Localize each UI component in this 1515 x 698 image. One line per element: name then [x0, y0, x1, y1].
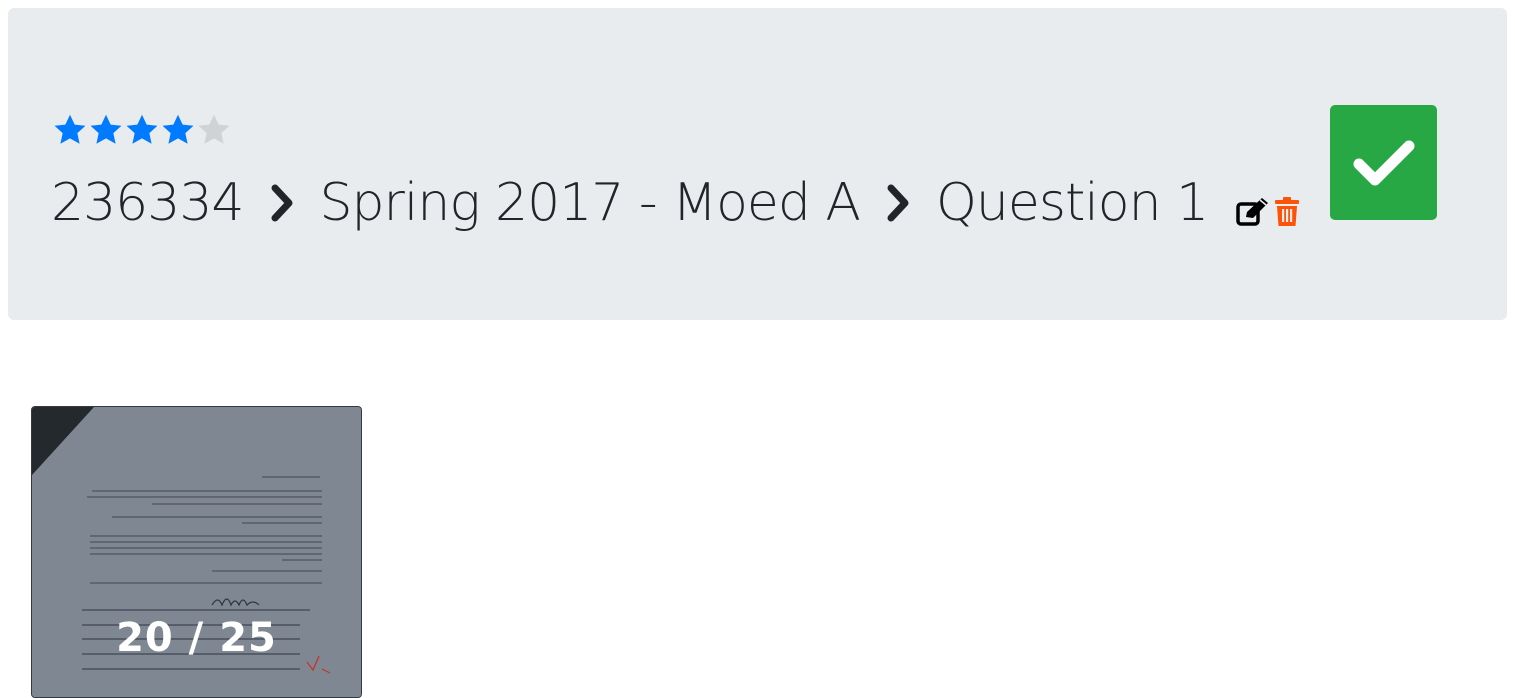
question-header: 236334 Spring 2017 - Moed A Question 1 [8, 8, 1507, 320]
check-icon [1353, 140, 1414, 185]
breadcrumb-course[interactable]: 236334 [51, 168, 245, 238]
star-icon-filled[interactable] [160, 112, 196, 148]
breadcrumb-question: Question 1 [936, 173, 1209, 233]
difficulty-rating[interactable] [52, 108, 232, 152]
card-corner [32, 407, 94, 475]
breadcrumb: 236334 Spring 2017 - Moed A Question 1 [51, 168, 1300, 238]
star-icon-filled[interactable] [124, 112, 160, 148]
star-icon-filled[interactable] [88, 112, 124, 148]
star-icon-filled[interactable] [52, 112, 88, 148]
submission-card[interactable]: 20 / 25 [31, 406, 362, 698]
chevron-right-icon [886, 183, 912, 223]
edit-icon[interactable] [1236, 197, 1270, 227]
done-button[interactable] [1330, 105, 1437, 220]
star-icon-empty[interactable] [196, 112, 232, 148]
breadcrumb-exam[interactable]: Spring 2017 - Moed A [320, 168, 861, 238]
grade-label: 20 / 25 [116, 615, 277, 661]
trash-icon[interactable] [1274, 197, 1300, 227]
chevron-right-icon [270, 183, 296, 223]
